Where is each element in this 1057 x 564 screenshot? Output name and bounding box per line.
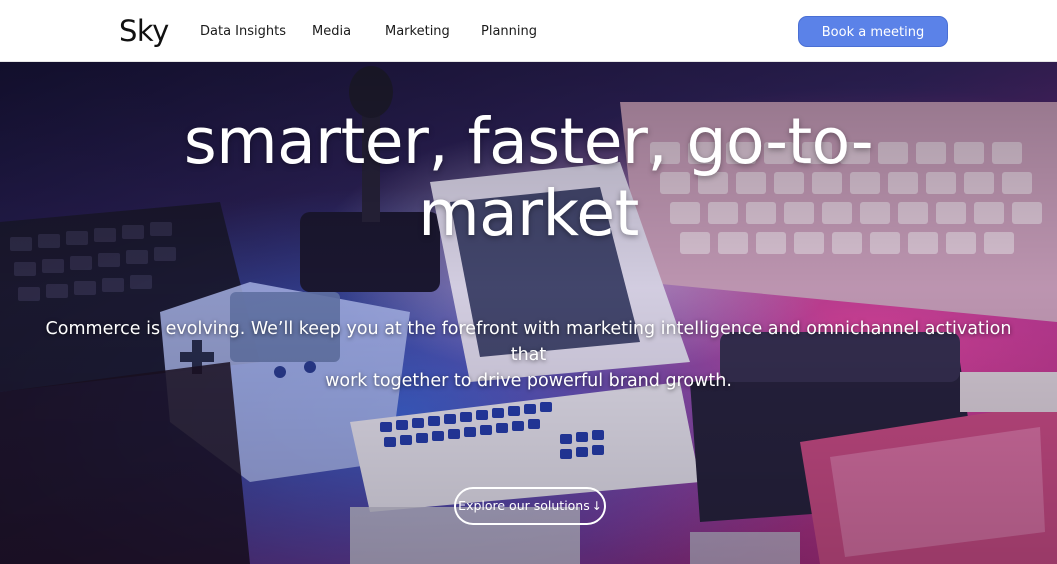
nav-item-media[interactable]: Media [312,23,351,41]
explore-solutions-label: Explore our solutions [458,498,590,513]
site-header: Sky Data Insights Media Marketing Planni… [0,0,1057,62]
arrow-down-icon: ↓ [591,499,602,513]
hero-title-line-2: market [418,177,639,250]
hero-title-line-1: smarter, faster, go-to- [183,105,874,178]
logo[interactable]: Sky [119,14,169,48]
hero-title: smarter, faster, go-to- market [0,106,1057,250]
hero-subtitle-line-1: Commerce is evolving. We’ll keep you at … [45,319,1012,365]
explore-solutions-button[interactable]: Explore our solutions ↓ [454,487,606,525]
hero-subtitle-line-2: work together to drive powerful brand gr… [325,371,732,391]
nav-item-marketing[interactable]: Marketing [385,23,450,41]
nav-item-data-insights[interactable]: Data Insights [200,23,286,41]
hero-section: smarter, faster, go-to- market Commerce … [0,62,1057,564]
book-meeting-button[interactable]: Book a meeting [798,16,948,47]
hero-subtitle: Commerce is evolving. We’ll keep you at … [30,316,1027,394]
nav-item-planning[interactable]: Planning [481,23,537,41]
